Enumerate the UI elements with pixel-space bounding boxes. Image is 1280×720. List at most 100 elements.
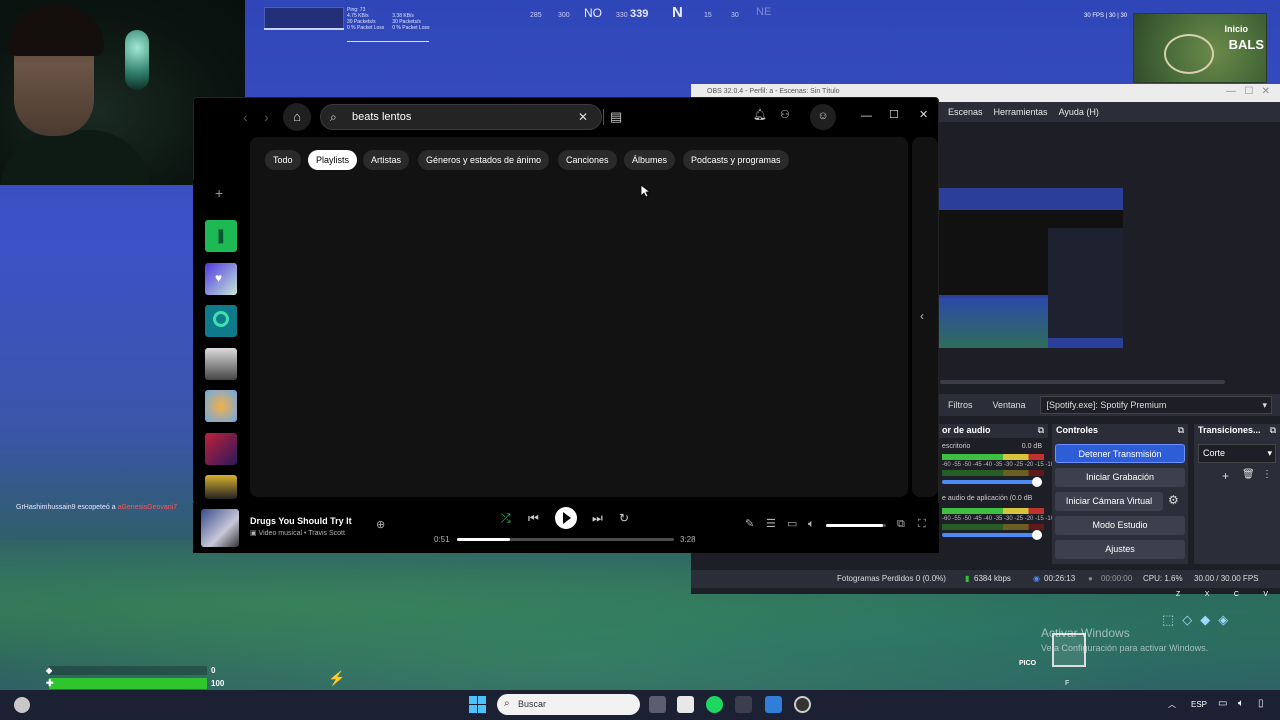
obs-preview-scrollbar[interactable] [940, 380, 1225, 384]
obs-icon[interactable] [735, 696, 752, 713]
steam-icon[interactable] [794, 696, 811, 713]
stop-stream-button[interactable]: Detener Transmisión [1055, 444, 1185, 463]
filter-chip-generos[interactable]: Géneros y estados de ánimo [418, 150, 550, 170]
filter-chip-albumes[interactable]: Álbumes [624, 150, 676, 170]
repeat-icon[interactable]: ↻ [619, 512, 629, 524]
profile-icon[interactable]: ☺ [810, 104, 836, 130]
start-virtualcam-button[interactable]: Iniciar Cámara Virtual [1055, 492, 1163, 511]
transitions-panel: Corte ▾ + 🗑 ⋮ [1194, 438, 1280, 564]
now-playing-title[interactable]: Drugs You Should Try It [250, 516, 352, 526]
store-icon[interactable] [677, 696, 694, 713]
task-view-icon[interactable] [649, 696, 666, 713]
miniplayer-icon[interactable]: ⧉ [897, 519, 905, 530]
filter-chip-artistas[interactable]: Artistas [363, 150, 410, 170]
cursor-icon [640, 184, 650, 198]
play-button[interactable] [555, 507, 577, 529]
library-item-album[interactable] [205, 433, 237, 465]
menu-escenas[interactable]: Escenas [948, 107, 983, 117]
library-item-liked[interactable]: ♥ [205, 263, 237, 295]
gear-icon[interactable]: ⚙ [1168, 493, 1179, 507]
add-icon[interactable]: + [1222, 469, 1229, 483]
obs-preview[interactable] [938, 188, 1123, 348]
meter-scale: -60 -55 -50 -45 -40 -35 -30 -25 -20 -15 … [942, 462, 1067, 468]
minimap-place: BALS [1228, 37, 1264, 52]
volume-slider[interactable] [942, 533, 1042, 537]
status-cpu: CPU: 1.6% [1143, 574, 1183, 583]
now-playing-subtitle: ▣ Video musical • Travis Scott [250, 529, 345, 537]
tray-language[interactable]: ESP [1191, 700, 1207, 709]
library-item-album[interactable] [205, 390, 237, 422]
volume-slider[interactable] [942, 480, 1042, 484]
settings-button[interactable]: Ajustes [1055, 540, 1185, 559]
add-to-library-icon[interactable]: ⊕ [376, 520, 385, 531]
studio-mode-button[interactable]: Modo Estudio [1055, 516, 1185, 535]
spotify-icon[interactable] [706, 696, 723, 713]
menu-ayuda[interactable]: Ayuda (H) [1059, 107, 1099, 117]
shield-bar [49, 666, 207, 675]
bell-icon[interactable]: 🔔︎ [753, 110, 767, 121]
queue-icon[interactable]: ☰ [766, 519, 776, 530]
weather-icon[interactable] [14, 697, 30, 713]
next-icon[interactable]: ⏭ [592, 512, 603, 524]
dock-icon[interactable]: ⧉ [1038, 425, 1044, 436]
filter-chip-todo[interactable]: Todo [265, 150, 301, 170]
hotkey-f: F [1065, 680, 1070, 687]
home-icon[interactable]: ⌂ [283, 103, 311, 131]
previous-icon[interactable]: ⏮ [528, 512, 539, 524]
more-icon[interactable]: ⋮ [1262, 469, 1272, 480]
connect-device-icon[interactable]: ▭ [787, 519, 797, 530]
menu-herramientas[interactable]: Herramientas [994, 107, 1048, 117]
search-input[interactable]: ⌕ beats lentos ✕ [320, 104, 602, 130]
right-panel-collapsed: ‹ [912, 137, 938, 497]
volume-meter [942, 508, 1044, 514]
shuffle-icon[interactable]: ⤮ [501, 512, 511, 524]
library-item-album[interactable] [205, 475, 237, 499]
volume-meter [942, 470, 1044, 476]
filter-chip-playlists[interactable]: Playlists [308, 150, 358, 170]
browse-icon[interactable]: ▤ [610, 110, 622, 123]
chevron-left-icon[interactable]: ‹ [920, 309, 924, 323]
controls-header: Controles ⧉ [1052, 424, 1188, 438]
fps-counter: 30 FPS | 30 | 30 [1084, 13, 1128, 19]
filter-chip-podcasts[interactable]: Podcasts y programas [683, 150, 789, 170]
fullscreen-icon[interactable]: ⛶ [918, 519, 926, 530]
dock-icon[interactable]: ⧉ [1270, 425, 1276, 436]
obs-status-bar: Fotogramas Perdidos 0 (0.0%) ▮ 6384 kbps… [691, 570, 1280, 588]
mixer-track-name: e audio de aplicación (0.0 dB [942, 495, 1033, 502]
back-icon[interactable]: ‹ [243, 110, 248, 124]
obs-title: OBS 32.0.4 - Perfil: a - Escenas: Sin Tí… [707, 88, 840, 95]
obs-filters-button[interactable]: Filtros [938, 400, 983, 410]
now-playing-cover[interactable] [201, 509, 239, 547]
clear-icon[interactable]: ✕ [578, 110, 588, 124]
compass-tick: 285 [530, 12, 542, 19]
tray-chevron-icon[interactable]: ︿ [1168, 699, 1176, 710]
minimize-icon[interactable]: — [861, 111, 872, 122]
volume-icon[interactable]: 🔈︎ [808, 519, 815, 530]
library-item-saved[interactable]: ❚ [205, 220, 237, 252]
trash-icon[interactable]: 🗑 [1242, 469, 1255, 480]
search-icon: ⌕ [330, 110, 337, 124]
forward-icon[interactable]: › [264, 110, 269, 124]
close-icon[interactable]: ✕ [919, 110, 928, 121]
friends-icon[interactable]: ⚇ [780, 110, 790, 121]
library-item-artist[interactable] [205, 348, 237, 380]
speaker-icon[interactable]: 🔈︎ [1238, 698, 1244, 709]
battery-icon[interactable]: ▯ [1258, 698, 1264, 709]
obs-window-select[interactable]: [Spotify.exe]: Spotify Premium ▾ [1039, 396, 1272, 414]
dock-icon[interactable]: ⧉ [1178, 425, 1184, 436]
fortnite-icon[interactable] [765, 696, 782, 713]
network-icon[interactable]: ▭ [1218, 698, 1227, 709]
now-playing-view-icon[interactable]: ✎ [745, 519, 754, 530]
library-item-playlist[interactable] [205, 305, 237, 337]
hud-bar-line [264, 28, 344, 30]
transition-select[interactable]: Corte ▾ [1198, 444, 1276, 463]
filter-chip-canciones[interactable]: Canciones [558, 150, 617, 170]
taskbar-search[interactable]: ⌕ Buscar [497, 694, 640, 715]
start-icon[interactable] [469, 696, 486, 713]
add-icon[interactable]: + [215, 186, 223, 200]
obs-window-controls[interactable]: — ☐ ✕ [1226, 86, 1270, 97]
volume-slider-knob[interactable] [1032, 477, 1042, 487]
volume-slider-knob[interactable] [1032, 530, 1042, 540]
start-recording-button[interactable]: Iniciar Grabación [1055, 468, 1185, 487]
maximize-icon[interactable]: ☐ [889, 110, 899, 121]
